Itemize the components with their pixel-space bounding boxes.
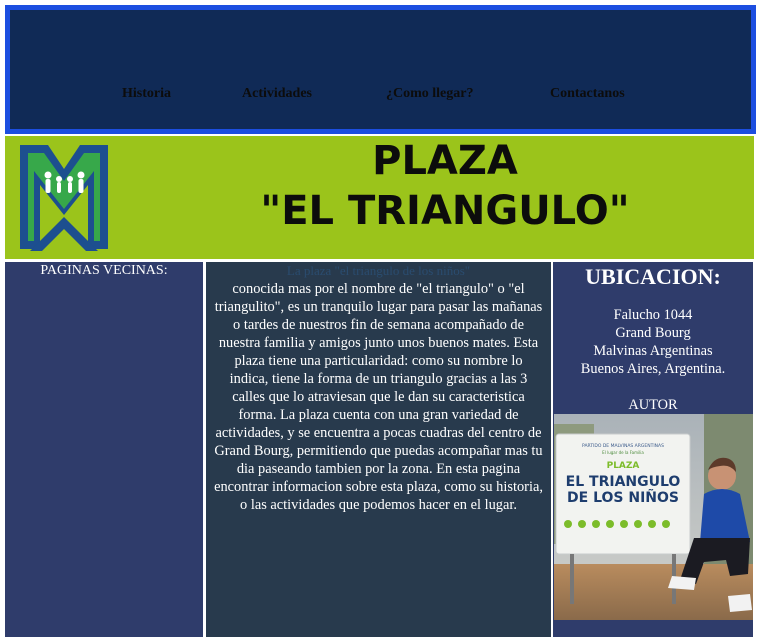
- address-line: Buenos Aires, Argentina.: [580, 361, 726, 377]
- nav-historia-link[interactable]: Historia: [122, 86, 171, 102]
- site-header: Historia Actividades ¿Como llegar? Conta…: [5, 5, 756, 134]
- banner-title-line2: "EL TRIANGULO": [260, 188, 630, 234]
- nav-actividades-link[interactable]: Actividades: [242, 86, 312, 102]
- sign-subtitle-text: El lugar de la Familia: [602, 450, 644, 455]
- sign-top-text: PARTIDO DE MALVINAS ARGENTINAS: [582, 443, 664, 449]
- author-label: AUTOR: [628, 397, 678, 413]
- banner-title: PLAZA "EL TRIANGULO": [205, 136, 685, 236]
- sign-line2-text: DE LOS NIÑOS: [567, 489, 679, 506]
- main-content: La plaza "el triangulo de los niños" con…: [206, 262, 551, 637]
- sign-tag-text: PLAZA: [607, 461, 640, 471]
- address-line: Malvinas Argentinas: [593, 343, 713, 359]
- author-photo: PARTIDO DE MALVINAS ARGENTINAS El lugar …: [554, 414, 753, 620]
- address-line: Falucho 1044: [613, 307, 693, 323]
- malvinas-argentinas-logo: [20, 145, 108, 251]
- main-heading: La plaza "el triangulo de los niños": [286, 263, 471, 278]
- address-block: Falucho 1044 Grand Bourg Malvinas Argent…: [553, 306, 753, 378]
- nav-contactanos-link[interactable]: Contactanos: [550, 86, 625, 102]
- location-title: UBICACION:: [585, 264, 721, 289]
- banner-title-line1: PLAZA: [372, 138, 518, 184]
- address-line: Grand Bourg: [615, 325, 691, 341]
- main-description: conocida mas por el nombre de "el triang…: [214, 281, 543, 513]
- right-sidebar: UBICACION: Falucho 1044 Grand Bourg Malv…: [553, 262, 753, 637]
- neighbor-pages-title: PAGINAS VECINAS:: [40, 263, 168, 278]
- banner: PLAZA "EL TRIANGULO": [5, 136, 754, 259]
- nav-como-llegar-link[interactable]: ¿Como llegar?: [386, 86, 473, 102]
- sign-line1-text: EL TRIANGULO: [566, 474, 681, 490]
- main-nav: Historia Actividades ¿Como llegar? Conta…: [10, 86, 751, 108]
- left-sidebar: PAGINAS VECINAS:: [5, 262, 203, 637]
